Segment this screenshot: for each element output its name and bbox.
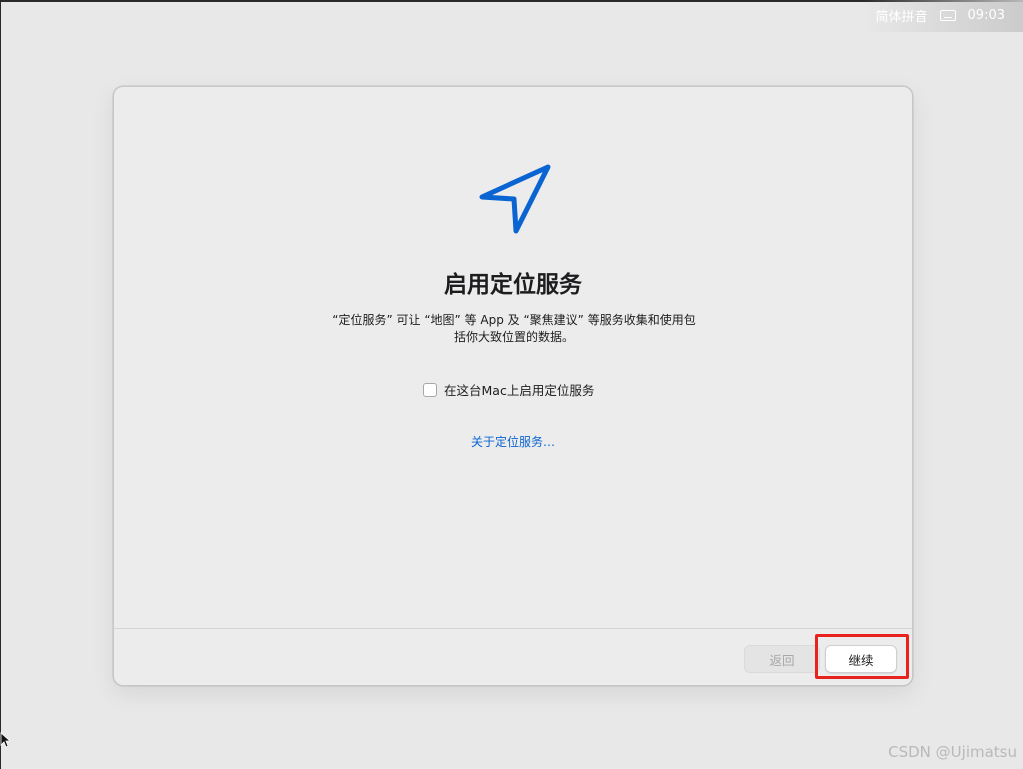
page-title: 启用定位服务 xyxy=(444,272,582,298)
setup-assistant-dialog: 启用定位服务 “定位服务” 可让 “地图” 等 App 及 “聚焦建议” 等服务… xyxy=(113,86,913,686)
description: “定位服务” 可让 “地图” 等 App 及 “聚焦建议” 等服务收集和使用包 … xyxy=(314,312,714,346)
clock[interactable]: 09:03 xyxy=(968,8,1005,23)
input-method-indicator[interactable]: 简体拼音 xyxy=(876,6,928,25)
footer-divider xyxy=(114,628,912,629)
mouse-cursor-icon xyxy=(0,732,10,748)
about-location-services-link[interactable]: 关于定位服务… xyxy=(114,433,912,450)
location-arrow-icon xyxy=(479,164,551,234)
enable-location-label[interactable]: 在这台Mac上启用定位服务 xyxy=(444,380,594,399)
enable-location-checkbox-row[interactable]: 在这台Mac上启用定位服务 xyxy=(423,380,594,399)
watermark: CSDN @Ujimatsu xyxy=(888,743,1017,761)
description-line-1: “定位服务” 可让 “地图” 等 App 及 “聚焦建议” 等服务收集和使用包 xyxy=(332,313,696,327)
enable-location-checkbox[interactable] xyxy=(423,382,437,397)
screen-left-border xyxy=(0,0,1,769)
description-line-2: 括你大致位置的数据。 xyxy=(453,330,574,344)
keyboard-icon[interactable] xyxy=(939,10,956,21)
menubar-status-area: 简体拼音 09:03 xyxy=(876,6,1005,25)
back-button[interactable]: 返回 xyxy=(744,645,820,673)
continue-highlight-annotation xyxy=(815,634,909,679)
